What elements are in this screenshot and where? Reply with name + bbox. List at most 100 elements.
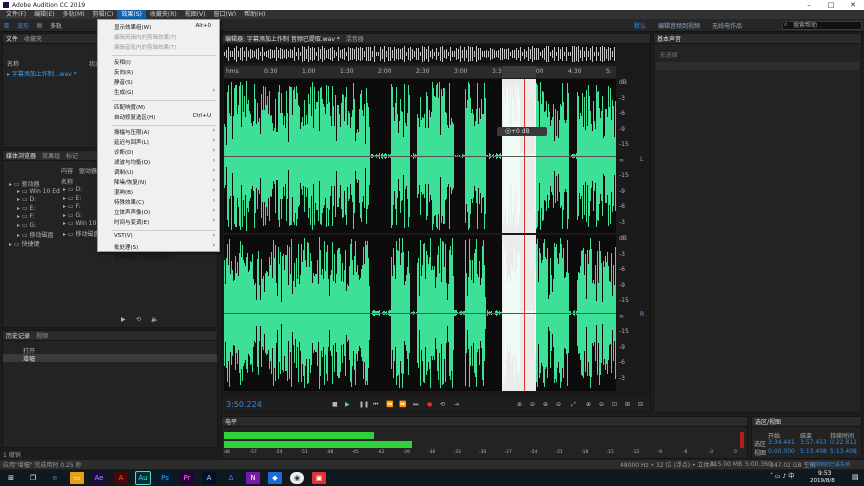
effects-menu-item[interactable]: 降噪/恢复(N) [114,178,146,186]
channel-left-label[interactable]: L [640,156,643,163]
menu-item-4[interactable]: 效果(S) [117,10,146,19]
close-icon[interactable]: ✕ [842,0,864,10]
explorer-icon[interactable]: ▭ [70,472,84,484]
view-start[interactable]: 0:00.000 [768,448,795,455]
skip-forward-icon[interactable]: ⏭ [413,401,418,409]
selection-start[interactable]: 3:34.441 [768,439,795,446]
premiere-icon[interactable]: Pr [180,472,194,484]
tree-item[interactable]: ▸ ▭ Win 10 Ed [17,188,60,195]
app-icon-red[interactable]: ▣ [312,472,326,484]
effects-menu-item[interactable]: 静音(S) [114,78,133,86]
tree-item[interactable]: ▸ ▭ F: [17,213,35,220]
after-effects-icon[interactable]: Ae [92,472,106,484]
search-input[interactable]: 搜索帮助 [782,21,862,30]
tab-effects-rack[interactable]: 效果组 [42,151,60,160]
waveform-left-channel[interactable] [224,79,616,233]
clip-indicator[interactable] [740,432,744,448]
menu-item-2[interactable]: 多轨(M) [59,10,89,19]
history-item-selected[interactable]: 增幅 [3,354,217,363]
menu-item-0[interactable]: 文件(F) [2,10,30,19]
tab-editor[interactable]: 编辑器: 字幕添加上作制 音频已提取.wav * [225,34,340,43]
time-ruler[interactable]: hms 0:30 1:00 1:30 2:00 2:30 3:00 3:30 4:00 4:30 5… [224,66,616,78]
list-item[interactable]: ▸ ▭ E: [63,195,81,202]
view-end[interactable]: 5:13.408 [800,448,827,455]
zoom-full-icon[interactable]: ⤢ [571,401,576,409]
selection-duration[interactable]: 0:22.812 [830,439,857,446]
minimize-icon[interactable]: – [798,0,820,10]
channel-right-label[interactable]: R [640,311,644,318]
workspace-2[interactable]: 无线电作品 [706,21,748,30]
selection-end[interactable]: 3:57.453 [800,439,827,446]
maximize-icon[interactable]: □ [820,0,842,10]
effects-menu-item[interactable]: 混响(B) [114,188,133,196]
effects-menu-item[interactable]: 诊断(D) [114,148,134,156]
waveform-button[interactable]: 波形 [13,21,33,30]
menu-item-6[interactable]: 视图(V) [181,10,210,19]
tray-icons[interactable]: ˆ ▭ ♪ 中 [770,471,794,480]
effects-menu-item[interactable]: 自动修复选区(H) [114,113,155,121]
effects-menu-item[interactable]: 生成(G) [114,88,134,96]
effects-menu-item[interactable]: 振幅与压限(A) [114,128,150,136]
tree-item[interactable]: ▸ ▭ D: [17,196,36,203]
workspace-0[interactable]: 默认 [628,21,652,30]
play-icon[interactable]: ▶ [345,401,350,408]
tab-markers[interactable]: 标记 [66,151,78,160]
zoom-selection-icon[interactable]: ⊡ [612,401,617,408]
acrobat-icon[interactable]: A [114,472,128,484]
loop-icon[interactable]: ⟲ [136,316,141,323]
fast-forward-icon[interactable]: ⏩ [399,401,406,408]
tab-video[interactable]: 视频 [36,331,48,340]
list-item[interactable]: ▸ ▭ D: [63,186,82,193]
tree-item[interactable]: ▸ ▭ 快捷键 [9,239,40,248]
edge-icon[interactable]: e [48,472,62,484]
tree-item[interactable]: ▸ ▭ E: [17,205,35,212]
menu-item-8[interactable]: 帮助(H) [240,10,269,19]
volume-icon[interactable]: 🔈 [151,316,158,323]
start-icon[interactable]: ⊞ [4,472,18,484]
zoom-in-time-icon[interactable]: ⊕ [543,401,548,408]
skip-back-icon[interactable]: ⏮ [373,401,378,409]
app-icon-circle[interactable]: ◉ [290,472,304,484]
tree-item[interactable]: ▸ ▭ G: [17,222,36,229]
tab-files[interactable]: 文件 [6,34,18,43]
skip-selection-icon[interactable]: ⇥ [454,401,459,408]
tab-favorites[interactable]: 收藏夹 [24,34,42,43]
app-icon-blue[interactable]: ◆ [268,472,282,484]
view-duration[interactable]: 5:13.408 [830,448,857,455]
effects-menu-item[interactable]: 延迟与回声(L) [114,138,149,146]
zoom-out-amplitude-icon[interactable]: ⊖ [530,401,535,408]
zoom-in-icon[interactable]: ⊕ [586,401,591,408]
tab-mixer[interactable]: 混音器 [346,34,364,43]
workspace-1[interactable]: 编辑音频到视频 [652,21,706,30]
effects-menu-item[interactable]: 音频增效工具管理器(P)... [114,253,176,261]
onenote-icon[interactable]: N [246,472,260,484]
zoom-in-amplitude-icon[interactable]: ⊕ [517,401,522,408]
ruler-selection[interactable] [502,66,536,78]
file-item[interactable]: ▸ 字幕添加上作制...wav * [7,69,77,78]
effects-menu-item[interactable]: 反相(I) [114,58,131,66]
record-icon[interactable]: ● [427,401,432,408]
task-view-icon[interactable]: ❐ [26,472,40,484]
photoshop-icon[interactable]: Ps [158,472,172,484]
effects-menu-item[interactable]: 调制(U) [114,168,133,176]
zoom-out-time-icon[interactable]: ⊖ [556,401,561,408]
list-item[interactable]: ▸ ▭ Win 10 [63,220,96,227]
subtab-drives[interactable]: 驱动器 [79,166,97,175]
media-encoder-icon[interactable]: A [202,472,216,484]
status-badge[interactable]: 检测到的已丢失帧 [810,461,864,468]
audition-icon[interactable]: Au [135,471,151,485]
delta-icon[interactable]: Δ [224,472,238,484]
zoom-out-icon[interactable]: ⊖ [599,401,604,408]
menu-item-7[interactable]: 窗口(W) [210,10,241,19]
effects-menu-item[interactable]: VST(V) [114,233,133,239]
list-item[interactable]: ▸ ▭ F: [63,203,81,210]
multitrack-icon[interactable]: ▤ [35,21,44,30]
menu-item-3[interactable]: 剪辑(C) [88,10,117,19]
tab-media-browser[interactable]: 媒体浏览器 [6,151,36,160]
effects-menu-item[interactable]: 特殊效果(C) [114,198,144,206]
subtab-content[interactable]: 内容 [61,166,73,175]
effects-menu-item[interactable]: 滤波与均衡(Q) [114,158,150,166]
multitrack-button[interactable]: 多轨 [46,21,66,30]
clock-date[interactable]: 2019/8/8 [810,478,835,484]
clock-time[interactable]: 9:53 [818,470,831,477]
